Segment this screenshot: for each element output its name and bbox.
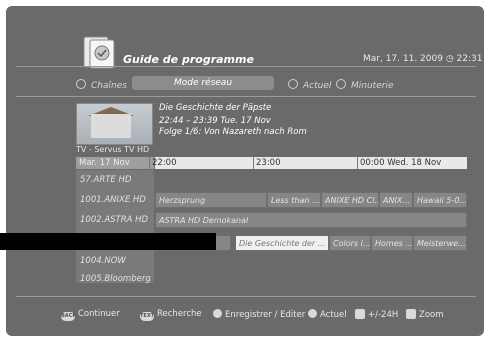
radio-icon — [76, 79, 86, 89]
channel-item[interactable]: 1004.NOW — [80, 256, 126, 266]
continue-hint[interactable]: BACK Continuer — [61, 309, 120, 321]
tab-label: Minuterie — [351, 81, 394, 91]
channel-item[interactable]: 1005.Bloomberg — [80, 274, 151, 284]
channel-item[interactable]: 1001.ANIXE HD — [80, 195, 146, 205]
preview-channel-label: TV - Servus TV HD — [76, 145, 150, 154]
tab-mode-reseau[interactable]: Mode réseau — [132, 76, 274, 90]
actuel-hint[interactable]: Actuel — [308, 309, 347, 320]
continue-label: Continuer — [78, 309, 120, 319]
tab-label: Chaînes — [91, 81, 127, 91]
page-title: Guide de programme — [123, 53, 254, 66]
epg-screen: Guide de programme Mar, 17. 11. 2009 ◷ 2… — [6, 6, 484, 336]
channel-list — [76, 170, 154, 283]
program-cell-selected[interactable]: Die Geschichte der ... — [235, 235, 329, 251]
record-key-icon — [213, 309, 222, 318]
channel-item[interactable]: 57.ARTE HD — [80, 175, 131, 185]
tab-chaines[interactable]: Chaînes — [76, 79, 127, 91]
tab-minuterie[interactable]: Minuterie — [336, 79, 393, 91]
radio-icon — [288, 79, 298, 89]
timeline-date: Mar. 17 Nov — [76, 157, 154, 169]
program-cell[interactable]: ANIXE HD Cl... — [321, 192, 379, 208]
preview-house — [91, 114, 131, 138]
program-cell[interactable]: ASTRA HD Demokanal — [155, 212, 467, 228]
tab-label: Actuel — [303, 81, 332, 91]
footer-divider — [16, 296, 476, 297]
page-key-icon — [355, 309, 365, 319]
program-cell[interactable]: Hawaii 5-0... — [413, 192, 467, 208]
header-divider — [16, 66, 476, 67]
program-row: Herzsprung Less than ... ANIXE HD Cl... … — [155, 192, 467, 208]
program-time: 22:44 – 23:39 Tue. 17 Nov — [159, 116, 271, 126]
zoom-label: Zoom — [419, 310, 444, 320]
clock-datetime: Mar, 17. 11. 2009 ◷ 22:31 — [363, 54, 483, 64]
zoom-hint[interactable]: Zoom — [406, 309, 444, 320]
program-title: Die Geschichte der Päpste — [159, 103, 272, 113]
shift-24h-hint[interactable]: +/-24H — [355, 309, 398, 320]
record-hint[interactable]: Enregistrer / Editer — [213, 309, 305, 320]
record-label: Enregistrer / Editer — [225, 310, 306, 320]
shift-label: +/-24H — [368, 310, 399, 320]
program-cell[interactable]: Herzsprung — [155, 192, 267, 208]
tab-actuel[interactable]: Actuel — [288, 79, 331, 91]
tabs-divider — [16, 96, 476, 97]
search-hint[interactable]: TEXT Recherche — [140, 309, 202, 321]
program-cell[interactable]: ANIX... — [379, 192, 413, 208]
text-key-icon: TEXT — [140, 312, 155, 321]
actuel-key-icon — [308, 309, 317, 318]
back-key-icon: BACK — [61, 312, 77, 321]
program-episode: Folge 1/6: Von Nazareth nach Rom — [159, 127, 307, 137]
search-label: Recherche — [157, 309, 202, 319]
channel-item[interactable]: 1002.ASTRA HD — [80, 215, 148, 225]
program-cell[interactable]: Meisterwe... — [413, 235, 467, 251]
actuel-label: Actuel — [320, 310, 347, 320]
redaction-bar — [0, 233, 216, 250]
program-cell[interactable]: Homes ... — [371, 235, 413, 251]
program-row: ASTRA HD Demokanal — [155, 212, 467, 228]
timeline-2200: 22:00 — [149, 157, 177, 169]
timeline-0000: 00:00 Wed. 18 Nov — [357, 157, 441, 169]
timeline-2300: 23:00 — [253, 157, 281, 169]
radio-icon — [336, 79, 346, 89]
zoom-key-icon — [406, 309, 416, 319]
program-cell[interactable]: Colors i... — [329, 235, 371, 251]
program-cell[interactable]: Less than ... — [267, 192, 321, 208]
